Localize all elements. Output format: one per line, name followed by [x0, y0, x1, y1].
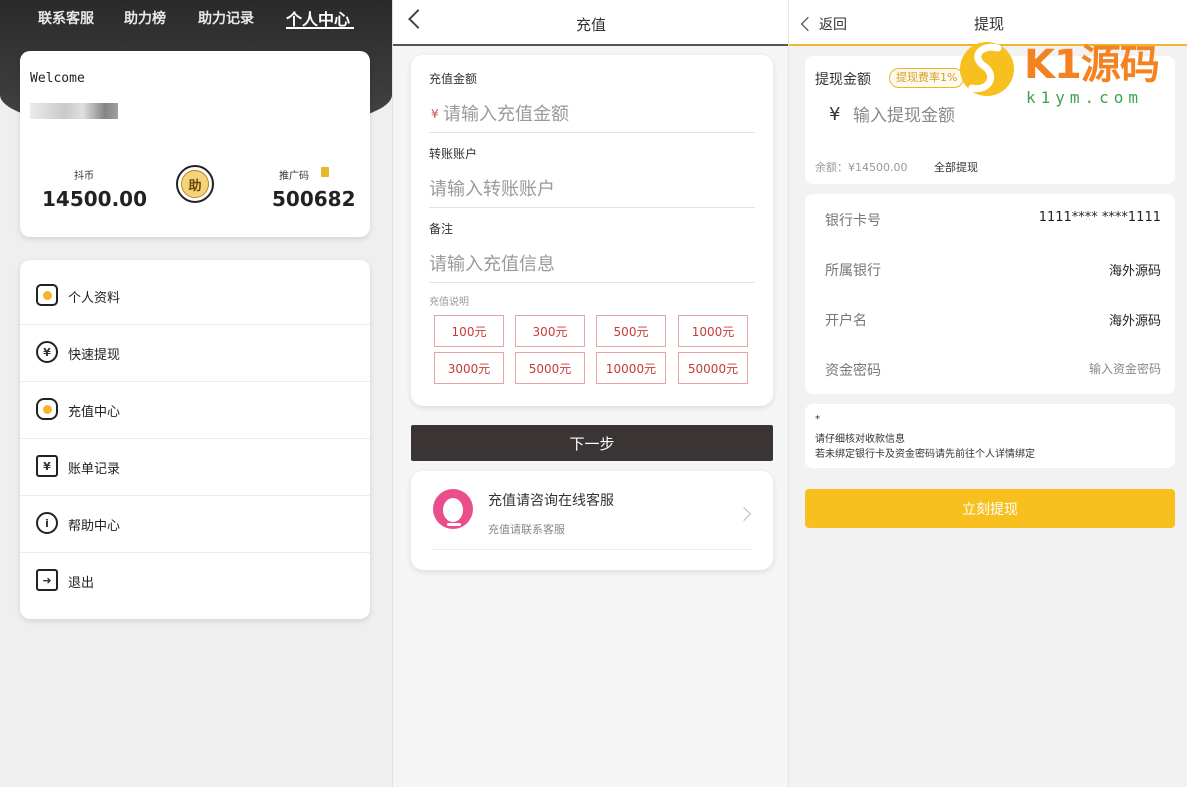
menu-item-label: 个人资料	[68, 291, 121, 306]
profile-icon	[36, 284, 58, 306]
next-step-button[interactable]: 下一步	[411, 425, 773, 461]
blurred-username	[30, 103, 118, 119]
menu-item-label: 充值中心	[68, 405, 121, 420]
recharge-icon	[36, 398, 58, 420]
amount-input[interactable]	[429, 97, 755, 133]
menu-item-recharge[interactable]: 充值中心	[20, 382, 370, 439]
logout-icon: ➜	[36, 569, 58, 591]
nav-records[interactable]: 助力记录	[198, 8, 254, 28]
help-icon: i	[36, 512, 58, 534]
profile-panel: 联系客服 助力榜 助力记录 个人中心 Welcome 抖币 14500.00 助…	[0, 0, 392, 787]
recharge-panel: 充值 充值金额 ¥ 转账账户 备注 充值说明 100元 300元 500元 10…	[392, 0, 788, 787]
amount-option-button[interactable]: 5000元	[515, 352, 585, 384]
row-label: 所属银行	[825, 263, 881, 279]
recharge-form: 充值金额 ¥ 转账账户 备注 充值说明 100元 300元 500元 1000元…	[411, 55, 773, 406]
note-label: 备注	[429, 222, 454, 236]
menu-item-label: 帮助中心	[68, 519, 121, 534]
balance-label: 抖币	[74, 171, 94, 182]
coin-icon: 助	[176, 165, 214, 203]
divider	[431, 549, 753, 550]
chevron-left-icon	[800, 16, 816, 32]
back-label: 返回	[819, 17, 847, 33]
row-value: 海外源码	[1108, 264, 1161, 279]
notice-star: *	[815, 414, 820, 425]
menu-item-logout[interactable]: ➜ 退出	[20, 553, 370, 610]
menu-item-bills[interactable]: ¥ 账单记录	[20, 439, 370, 496]
amount-option-button[interactable]: 1000元	[678, 315, 748, 347]
nav-ranking[interactable]: 助力榜	[124, 8, 166, 28]
page-title: 充值	[575, 16, 606, 34]
row-value: 1111**** ****1111	[1038, 210, 1161, 225]
logo-domain-text: k1ym.com	[1026, 88, 1144, 107]
top-nav: 联系客服 助力榜 助力记录 个人中心	[0, 0, 392, 36]
fee-rate-badge: 提现费率1%	[889, 68, 965, 88]
promo-code-value: 500682	[272, 187, 356, 211]
notice-line-1: 请仔细核对收款信息	[815, 434, 905, 445]
row-value: 海外源码	[1108, 314, 1161, 329]
cs-subtitle: 充值请联系客服	[488, 523, 565, 536]
account-label: 转账账户	[429, 147, 478, 161]
menu-list: 个人资料 ¥ 快速提现 充值中心 ¥ 账单记录 i 帮助中心 ➜ 退出	[20, 260, 370, 619]
balance-text: 余额：¥14500.00	[815, 161, 908, 174]
withdraw-all-link[interactable]: 全部提现	[934, 159, 978, 175]
notice-line-2: 若未绑定银行卡及资金密码请先前往个人详情绑定	[815, 449, 1035, 460]
promo-code-label: 推广码	[279, 171, 309, 182]
fund-password-input[interactable]	[1001, 356, 1161, 382]
chevron-right-icon	[736, 506, 752, 522]
cs-title: 充值请咨询在线客服	[488, 493, 614, 509]
user-summary-card: Welcome 抖币 14500.00 助 推广码 500682	[20, 51, 370, 237]
copy-icon[interactable]	[321, 167, 329, 177]
amount-option-button[interactable]: 3000元	[434, 352, 504, 384]
k1ym-watermark-logo: K1源码 k1ym.com	[958, 30, 1168, 112]
bank-name-row: 所属银行 海外源码	[805, 244, 1175, 294]
customer-service-card[interactable]: 充值请咨询在线客服 充值请联系客服	[411, 471, 773, 570]
withdraw-amount-label: 提现金额	[815, 72, 871, 88]
menu-item-profile[interactable]: 个人资料	[20, 268, 370, 325]
withdraw-now-button[interactable]: 立刻提现	[805, 489, 1175, 528]
amount-label: 充值金额	[429, 72, 478, 86]
notice-card: * 请仔细核对收款信息 若未绑定银行卡及资金密码请先前往个人详情绑定	[805, 404, 1175, 468]
customer-service-icon	[433, 489, 473, 529]
bill-icon: ¥	[36, 455, 58, 477]
withdraw-icon: ¥	[36, 341, 58, 363]
menu-item-label: 账单记录	[68, 462, 121, 477]
amount-option-button[interactable]: 50000元	[678, 352, 748, 384]
active-tab-indicator	[286, 27, 354, 29]
logo-brand-text: K1源码	[1024, 42, 1160, 88]
amount-option-button[interactable]: 10000元	[596, 352, 666, 384]
amount-option-button[interactable]: 300元	[515, 315, 585, 347]
row-label: 开户名	[825, 313, 867, 329]
withdraw-panel: 返回 提现 提现金额 提现费率1% ¥ 余额：¥14500.00 全部提现 银行…	[788, 0, 1187, 787]
menu-item-label: 快速提现	[68, 348, 121, 363]
bank-info-card: 银行卡号 1111**** ****1111 所属银行 海外源码 开户名 海外源…	[805, 194, 1175, 394]
welcome-text: Welcome	[30, 71, 85, 86]
menu-item-withdraw[interactable]: ¥ 快速提现	[20, 325, 370, 382]
account-input[interactable]	[429, 172, 755, 208]
menu-item-label: 退出	[68, 576, 95, 591]
amount-option-button[interactable]: 500元	[596, 315, 666, 347]
currency-symbol: ¥	[829, 104, 841, 125]
nav-contact-service[interactable]: 联系客服	[38, 8, 94, 28]
row-label: 银行卡号	[825, 213, 881, 229]
fund-password-row: 资金密码	[805, 344, 1175, 394]
logo-s-icon	[960, 42, 1014, 96]
account-holder-row: 开户名 海外源码	[805, 294, 1175, 344]
amount-option-button[interactable]: 100元	[434, 315, 504, 347]
balance-value: 14500.00	[42, 187, 148, 211]
menu-item-help[interactable]: i 帮助中心	[20, 496, 370, 553]
note-input[interactable]	[429, 247, 755, 283]
row-label: 资金密码	[825, 363, 881, 379]
recharge-desc-label: 充值说明	[429, 297, 469, 308]
back-button[interactable]: 返回	[800, 14, 847, 34]
recharge-header: 充值	[393, 0, 788, 46]
bank-card-number-row: 银行卡号 1111**** ****1111	[805, 194, 1175, 244]
coin-glyph: 助	[181, 170, 209, 198]
